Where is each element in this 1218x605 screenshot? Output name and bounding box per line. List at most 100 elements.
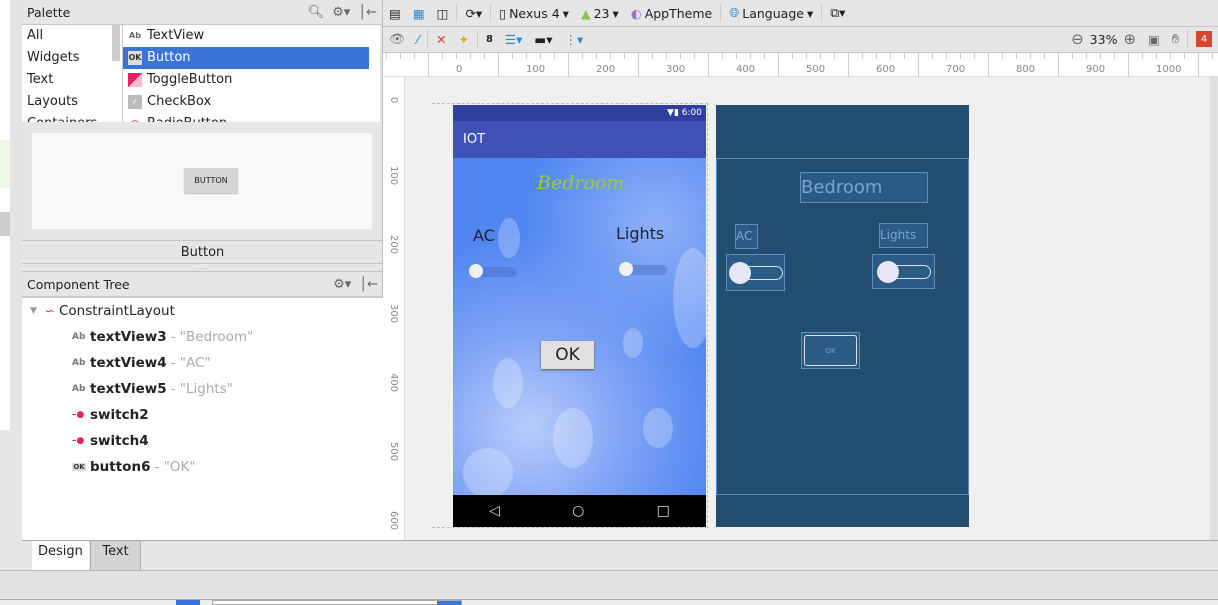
back-icon[interactable]: ◁ xyxy=(489,503,500,519)
palette-item-togglebutton[interactable]: ToggleButton xyxy=(123,69,380,91)
wifi-icon: ▼▮ xyxy=(667,108,679,118)
fit-screen-icon[interactable]: ▣ xyxy=(1148,32,1160,47)
toggle-icon xyxy=(128,73,142,87)
palette-item-radiobutton[interactable]: ◉ RadioButton xyxy=(123,113,380,122)
infer-constraints-icon[interactable]: ✦ xyxy=(458,32,468,47)
blueprint-ok-label: OK xyxy=(804,335,857,366)
zoom-out-icon[interactable]: ⊖ xyxy=(1071,30,1084,48)
category-layouts[interactable]: Layouts xyxy=(22,91,122,113)
switch-icon: –● xyxy=(72,436,85,446)
blueprint-ok-button[interactable]: OK xyxy=(801,332,860,369)
tree-node[interactable]: Ab textView5- "Lights" xyxy=(22,376,383,402)
both-view-icon[interactable]: ◫ xyxy=(437,6,449,21)
align-icon[interactable]: ▬▾ xyxy=(534,32,552,47)
category-containers[interactable]: Containers xyxy=(22,113,122,122)
gear-icon[interactable]: ⚙▾ xyxy=(332,5,350,20)
theme-label: AppTheme xyxy=(644,5,713,21)
ruler-horizontal: 0 100 200 300 400 500 600 700 800 900 1000 xyxy=(383,53,1218,77)
tab-text[interactable]: Text xyxy=(90,541,141,571)
tree-root[interactable]: ▼ ∽ ConstraintLayout xyxy=(22,298,383,324)
palette-item-textview[interactable]: Ab TextView xyxy=(123,25,380,47)
tree-node[interactable]: OK button6- "OK" xyxy=(22,454,383,480)
blueprint-lights[interactable]: Lights xyxy=(879,223,928,248)
home-icon[interactable]: ○ xyxy=(572,503,584,519)
toolbar-row-1: ▤ ▦ ◫ ⟳▾ ▯ Nexus 4 ▾ ▲ 23 ▾ ◐ AppTheme 🌐︎ Lang… xyxy=(383,0,1218,27)
zoom-in-icon[interactable]: ⊕ xyxy=(1123,30,1136,48)
canvas-scrollbar[interactable] xyxy=(1210,77,1218,540)
api-select[interactable]: ▲ 23 ▾ xyxy=(581,6,619,21)
category-text[interactable]: Text xyxy=(22,69,122,91)
theme-icon: ◐ xyxy=(630,5,642,21)
device-select[interactable]: ▯ Nexus 4 ▾ xyxy=(499,6,569,21)
category-widgets[interactable]: Widgets xyxy=(22,47,122,69)
lights-switch[interactable] xyxy=(619,262,667,276)
ok-button[interactable]: OK xyxy=(541,341,594,369)
layout-variants-icon[interactable]: ⧉▾ xyxy=(830,5,845,21)
tree-node[interactable]: –● switch2 xyxy=(22,402,383,428)
tab-design[interactable]: Design xyxy=(32,541,89,571)
ruler-x-label: 900 xyxy=(1086,64,1106,75)
blueprint-ac[interactable]: AC xyxy=(735,224,758,249)
collapse-panel-icon[interactable]: │← xyxy=(359,277,378,292)
orientation-icon[interactable]: ⟳▾ xyxy=(465,6,482,21)
autoconnect-icon[interactable]: ⁄ xyxy=(417,32,419,47)
component-tree-title: Component Tree xyxy=(27,276,130,292)
guidelines-icon[interactable]: ⋮▾ xyxy=(564,32,583,47)
default-margin-icon[interactable]: 8 xyxy=(486,34,493,45)
gear-icon[interactable]: ⚙▾ xyxy=(333,277,351,292)
component-tree-header: Component Tree ⚙▾ │← xyxy=(22,272,383,297)
warnings-badge[interactable]: 4 xyxy=(1196,31,1212,47)
blueprint-view-icon[interactable]: ▦ xyxy=(413,6,425,21)
radio-icon: ◉ xyxy=(128,117,142,122)
ruler-x-label: 400 xyxy=(736,64,756,75)
constraint-layout-icon: ∽ xyxy=(44,304,55,318)
ruler-x-label: 0 xyxy=(456,64,463,75)
ruler-y-label: 400 xyxy=(388,373,399,393)
palette-categories: All Widgets Text Layouts Containers xyxy=(22,25,122,122)
node-id: switch2 xyxy=(90,407,149,423)
device-label: Nexus 4 xyxy=(509,5,560,21)
zoom-level: 33% xyxy=(1089,31,1118,47)
language-select[interactable]: 🌐︎ Language ▾ xyxy=(729,5,813,21)
tree-node[interactable]: Ab textView4- "AC" xyxy=(22,350,383,376)
design-view-icon[interactable]: ▤ xyxy=(389,6,401,21)
textview-icon: Ab xyxy=(72,358,86,368)
globe-icon: 🌐︎ xyxy=(729,5,740,20)
collapse-panel-icon[interactable]: │← xyxy=(358,5,377,20)
category-all[interactable]: All xyxy=(22,25,122,47)
blueprint-lights-switch[interactable] xyxy=(872,254,935,289)
ac-switch[interactable] xyxy=(469,264,517,278)
blueprint-ac-switch[interactable] xyxy=(726,254,785,291)
tree-node[interactable]: –● switch4 xyxy=(22,428,383,454)
splitter-handle[interactable]: ..... xyxy=(22,264,383,272)
ruler-x-label: 800 xyxy=(1016,64,1036,75)
node-text: - "Lights" xyxy=(170,381,233,397)
palette-preview: BUTTON xyxy=(32,133,372,229)
ruler-x-label: 500 xyxy=(806,64,826,75)
status-bar-preview: ▼▮ 6:00 xyxy=(453,105,706,121)
pack-icon[interactable]: ☰▾ xyxy=(505,32,522,47)
item-label: CheckBox xyxy=(147,94,212,109)
status-bar xyxy=(0,570,1218,605)
node-id: textView4 xyxy=(90,355,167,371)
palette-item-button[interactable]: OK Button xyxy=(123,47,369,69)
blueprint-bedroom[interactable]: Bedroom xyxy=(800,172,928,203)
recents-icon[interactable]: □ xyxy=(657,503,670,519)
search-icon[interactable]: 🔍︎ xyxy=(308,5,325,20)
pan-hand-icon[interactable]: ✋︎ xyxy=(1172,31,1179,47)
show-constraints-icon[interactable]: 👁︎ xyxy=(389,31,405,47)
expand-arrow-icon[interactable]: ▼ xyxy=(30,306,37,316)
tree-node[interactable]: Ab textView3- "Bedroom" xyxy=(22,324,383,350)
palette-items: Ab TextView OK Button ToggleButton ✓ CheckB… xyxy=(122,25,380,122)
node-text: - "Bedroom" xyxy=(170,329,254,345)
node-text: - "OK" xyxy=(154,459,196,475)
ruler-y-label: 600 xyxy=(388,511,399,531)
palette-item-checkbox[interactable]: ✓ CheckBox xyxy=(123,91,380,113)
node-text: - "AC" xyxy=(170,355,211,371)
button-icon: OK xyxy=(72,463,86,471)
ruler-y-label: 300 xyxy=(388,304,399,324)
theme-select[interactable]: ◐ AppTheme xyxy=(631,6,712,21)
clear-constraints-icon[interactable]: ✕ xyxy=(436,32,446,47)
scrollbar[interactable] xyxy=(112,25,120,61)
preview-button: BUTTON xyxy=(184,168,238,193)
